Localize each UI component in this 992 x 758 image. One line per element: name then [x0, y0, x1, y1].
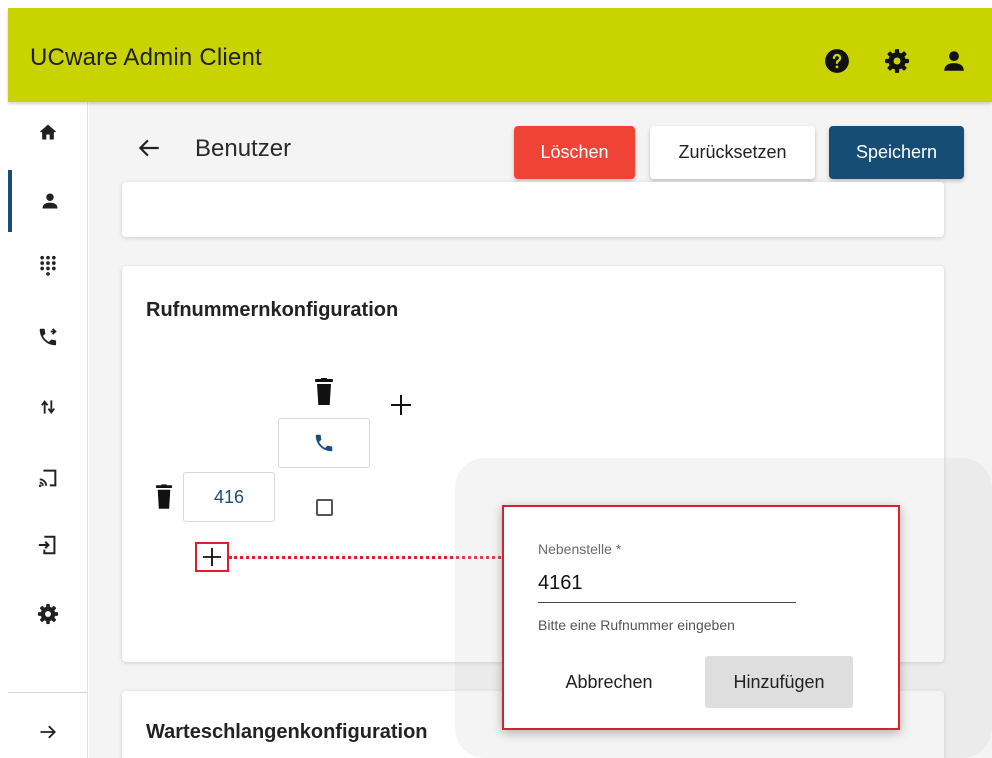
back-arrow-icon[interactable] — [136, 135, 162, 161]
dialpad-icon — [40, 255, 56, 276]
cancel-button[interactable]: Abbrechen — [538, 656, 680, 708]
add-button[interactable]: Hinzufügen — [705, 656, 853, 708]
phone-device-button[interactable] — [278, 418, 370, 468]
settings-icon — [37, 603, 59, 625]
extension-number[interactable]: 416 — [183, 472, 275, 522]
sidebar-item-settings[interactable] — [8, 589, 88, 639]
person-icon — [42, 193, 58, 209]
account-icon[interactable] — [941, 48, 967, 74]
sidebar-item-dialplan[interactable] — [8, 241, 88, 291]
home-icon — [39, 124, 57, 140]
extension-checkbox[interactable] — [316, 499, 333, 516]
sidebar-item-devices[interactable] — [8, 453, 88, 503]
phone-icon — [315, 434, 333, 452]
page-title: Benutzer — [195, 135, 292, 162]
previous-section-card — [122, 182, 944, 237]
swap-vert-icon — [41, 400, 55, 414]
reset-button[interactable]: Zurücksetzen — [650, 126, 815, 179]
app-title: UCware Admin Client — [30, 44, 262, 71]
sidebar-item-users[interactable] — [8, 170, 88, 232]
arrow-right-icon — [40, 725, 56, 739]
cast-icon — [38, 469, 57, 488]
sidebar-expand[interactable] — [8, 707, 88, 757]
extension-field-hint: Bitte eine Rufnummer eingeben — [538, 617, 735, 633]
settings-icon[interactable] — [884, 48, 910, 74]
trash-icon[interactable] — [314, 378, 334, 406]
sidebar-item-home[interactable] — [8, 107, 88, 157]
sidebar-item-transfer[interactable] — [8, 382, 88, 432]
help-icon[interactable] — [824, 48, 850, 74]
trash-icon[interactable] — [155, 484, 173, 510]
add-extension-button[interactable] — [195, 542, 229, 572]
add-icon — [202, 547, 222, 567]
app-header: UCware Admin Client — [8, 8, 992, 102]
save-button[interactable]: Speichern — [829, 126, 964, 179]
sidebar-divider — [8, 692, 88, 693]
section-title: Warteschlangenkonfiguration — [146, 721, 428, 743]
sidebar-item-provisioning[interactable] — [8, 520, 88, 570]
section-title: Rufnummernkonfiguration — [146, 299, 399, 321]
extension-field-label: Nebenstelle * — [538, 541, 622, 557]
phone-forwarded-icon — [39, 328, 57, 346]
delete-button[interactable]: Löschen — [514, 126, 635, 179]
sidebar-item-call-forwarding[interactable] — [8, 312, 88, 362]
add-extension-dialog: Nebenstelle * Bitte eine Rufnummer einge… — [502, 505, 900, 730]
add-icon[interactable] — [390, 394, 412, 416]
sidebar — [8, 102, 88, 758]
device-login-icon — [38, 535, 56, 555]
extension-input[interactable] — [538, 565, 796, 603]
